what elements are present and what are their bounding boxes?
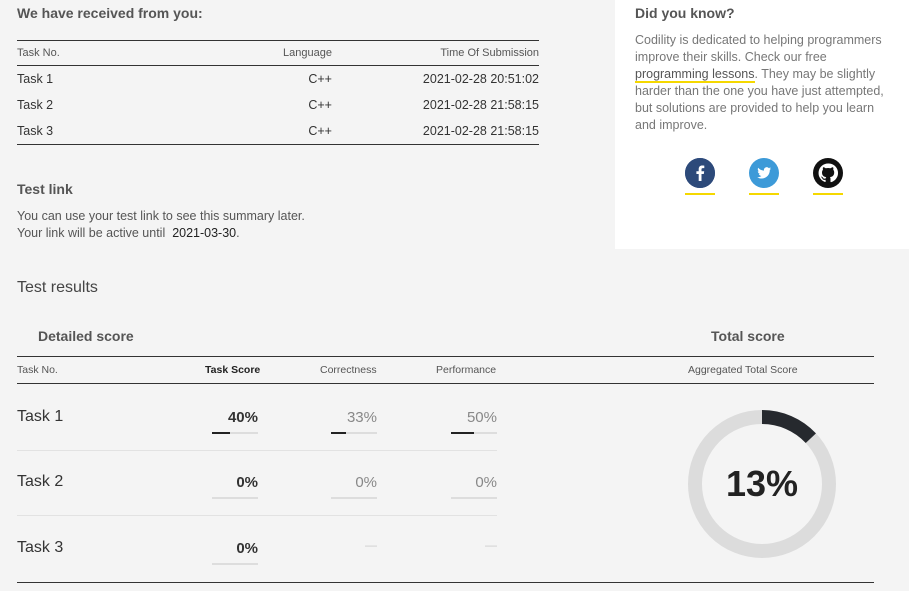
facebook-link[interactable]	[685, 158, 715, 196]
header-time: Time Of Submission	[440, 47, 539, 59]
task-language: C++	[308, 98, 332, 112]
task-name: Task 1	[17, 72, 54, 86]
performance-bar	[451, 497, 497, 499]
github-underline	[813, 193, 843, 195]
performance-value: 50%	[466, 409, 497, 426]
correctness-value: 0%	[355, 474, 377, 491]
header-aggregated-total: Aggregated Total Score	[688, 364, 798, 376]
correctness-value: —	[365, 538, 377, 552]
submission-table-header: Task No. Language Time Of Submission	[17, 40, 539, 66]
total-score-title: Total score	[711, 328, 785, 344]
submission-table: Task No. Language Time Of Submission Tas…	[17, 40, 539, 145]
task-score-value: 0%	[236, 540, 258, 557]
correctness-bar-fill	[331, 432, 347, 434]
dyk-text-before: Codility is dedicated to helping program…	[635, 33, 882, 64]
github-link[interactable]	[813, 158, 843, 196]
results-table-header: Task No. Task Score Correctness Performa…	[17, 356, 874, 384]
correctness-value: 33%	[346, 409, 377, 426]
header-language: Language	[283, 47, 332, 59]
task-score-bar	[212, 497, 258, 499]
header-task-no: Task No.	[17, 47, 60, 59]
twitter-icon	[749, 158, 779, 188]
task-name: Task 3	[17, 124, 54, 138]
task-score-value: 40%	[227, 409, 258, 426]
facebook-icon	[685, 158, 715, 188]
task-time: 2021-02-28 21:58:15	[422, 124, 539, 138]
test-results-title: Test results	[17, 279, 98, 296]
test-link-suffix: .	[236, 226, 240, 240]
task-name: Task 2	[17, 98, 54, 112]
test-link-text: You can use your test link to see this s…	[17, 208, 305, 242]
task-name: Task 2	[17, 473, 64, 490]
total-score-value: 13%	[725, 463, 799, 504]
twitter-underline	[749, 193, 779, 195]
task-time: 2021-02-28 20:51:02	[422, 72, 539, 86]
correctness-bar	[331, 497, 377, 499]
test-link-line1: You can use your test link to see this s…	[17, 209, 305, 223]
received-title: We have received from you:	[17, 5, 203, 21]
task-name: Task 1	[17, 408, 64, 425]
facebook-underline	[685, 193, 715, 195]
results-bottom-divider	[17, 582, 874, 583]
table-divider	[17, 144, 539, 145]
test-link-line2: Your link will be active until 2021-03-3…	[17, 225, 305, 242]
table-row: Task 3 C++ 2021-02-28 21:58:15	[17, 118, 539, 144]
table-row: Task 1 40% 33% 50%	[17, 385, 497, 450]
header-performance: Performance	[436, 364, 497, 376]
task-time: 2021-02-28 21:58:15	[422, 98, 539, 112]
task-score-value: 0%	[236, 474, 258, 491]
header-correctness: Correctness	[320, 364, 377, 376]
test-link-title: Test link	[17, 181, 73, 197]
twitter-link[interactable]	[749, 158, 779, 196]
table-row: Task 3 0% — —	[17, 516, 497, 581]
test-link-date: 2021-03-30	[172, 226, 237, 240]
total-score-ring: 13%	[687, 409, 837, 559]
correctness-bar	[331, 432, 377, 434]
programming-lessons-link[interactable]: programming lessons	[635, 67, 755, 83]
table-row: Task 2 0% 0% 0%	[17, 451, 497, 516]
table-row: Task 1 C++ 2021-02-28 20:51:02	[17, 66, 539, 92]
did-you-know-title: Did you know?	[635, 5, 735, 21]
performance-value: —	[485, 538, 497, 552]
task-language: C++	[308, 72, 332, 86]
performance-bar-fill	[451, 432, 474, 434]
task-score-bar	[212, 563, 258, 565]
did-you-know-text: Codility is dedicated to helping program…	[635, 32, 890, 134]
header-task-score: Task Score	[205, 364, 261, 376]
did-you-know-panel: Did you know? Codility is dedicated to h…	[615, 0, 909, 249]
performance-value: 0%	[475, 474, 497, 491]
task-score-bar-fill	[212, 432, 231, 434]
github-icon	[813, 158, 843, 188]
task-language: C++	[308, 124, 332, 138]
test-link-prefix: Your link will be active until	[17, 226, 166, 240]
task-score-bar	[212, 432, 258, 434]
detailed-score-title: Detailed score	[38, 328, 134, 344]
task-name: Task 3	[17, 539, 64, 556]
performance-bar	[451, 432, 497, 434]
header-task-no: Task No.	[17, 364, 58, 376]
table-row: Task 2 C++ 2021-02-28 21:58:15	[17, 92, 539, 118]
